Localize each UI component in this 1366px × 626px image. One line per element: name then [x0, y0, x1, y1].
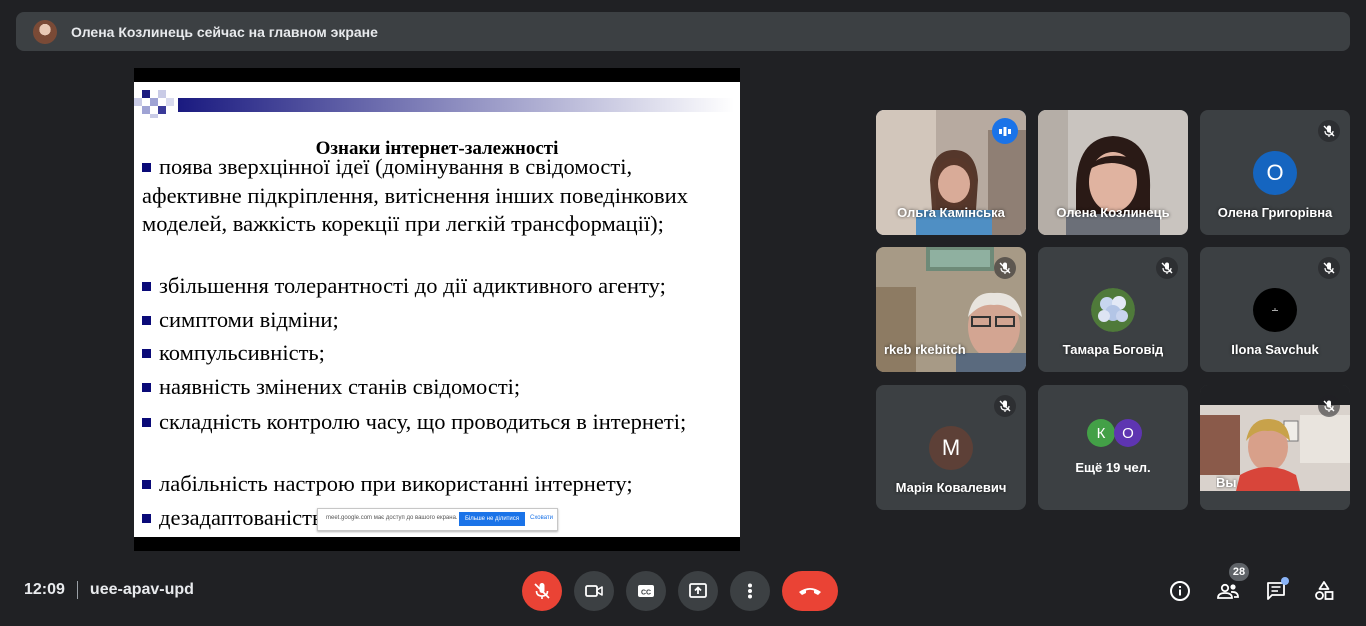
meeting-details-button[interactable]	[1160, 571, 1200, 611]
participant-tile[interactable]: Ольга Камінська	[876, 110, 1026, 235]
slide-bullet: компульсивність;	[142, 339, 732, 368]
people-icon	[1217, 583, 1239, 599]
participants-count-badge: 28	[1229, 563, 1249, 581]
slide-bullet: лабільність настрою при використанні інт…	[142, 470, 732, 499]
closed-captions-icon: CC	[638, 585, 654, 597]
present-screen-icon	[689, 583, 707, 598]
bullet-square-icon	[142, 349, 151, 358]
slide-decoration	[134, 90, 734, 118]
shared-screen: Ознаки інтернет-залежності поява зверхці…	[134, 68, 740, 551]
chat-button[interactable]	[1256, 571, 1296, 611]
bullet-text: компульсивність;	[159, 340, 325, 365]
participant-avatar: О	[1114, 419, 1142, 447]
screen-share-notice: meet.google.com має доступ до вашого екр…	[317, 508, 558, 531]
participant-avatar: М	[929, 426, 973, 470]
slide-bullet: поява зверхцінної ідеї (домінування в св…	[142, 153, 732, 239]
microphone-toggle-button[interactable]	[522, 571, 562, 611]
participant-tile[interactable]: Ilona Savchuk	[1200, 247, 1350, 372]
mic-off-icon	[994, 257, 1016, 279]
bullet-square-icon	[142, 480, 151, 489]
present-screen-button[interactable]	[678, 571, 718, 611]
participant-avatar	[1253, 288, 1297, 332]
shapes-icon	[1315, 581, 1334, 600]
slide-bullet: симптоми відміни;	[142, 306, 732, 335]
bullet-square-icon	[142, 316, 151, 325]
participant-name: Олена Козлинець	[1056, 205, 1170, 220]
bullet-text: дезадаптованість	[159, 505, 323, 530]
bullet-square-icon	[142, 418, 151, 427]
slide-bullet: збільшення толерантності до дії адиктивн…	[142, 272, 732, 301]
more-options-button[interactable]	[730, 571, 770, 611]
slide-bullet: наявність змінених станів свідомості;	[142, 373, 732, 402]
mic-off-icon	[1318, 395, 1340, 417]
presentation-slide: Ознаки інтернет-залежності поява зверхці…	[134, 82, 740, 537]
clock-time: 12:09	[24, 581, 65, 598]
bullet-square-icon	[142, 163, 151, 172]
participant-name: rkeb rkebitch	[884, 342, 966, 357]
mic-off-icon	[994, 395, 1016, 417]
stop-sharing-button[interactable]: Більше не ділитися	[459, 512, 525, 526]
captions-button[interactable]: CC	[626, 571, 666, 611]
participant-name: Тамара Боговід	[1062, 342, 1164, 357]
end-call-icon	[799, 588, 821, 595]
more-participants-label: Ещё 19 чел.	[1075, 460, 1151, 475]
bullet-text: лабільність настрою при використанні інт…	[159, 471, 633, 496]
participant-tile[interactable]: rkeb rkebitch	[876, 247, 1026, 372]
chat-notification-dot	[1281, 577, 1289, 585]
svg-text:CC: CC	[641, 590, 651, 597]
presenter-banner-text: Олена Козлинець сейчас на главном экране	[71, 23, 378, 40]
flower-avatar-icon	[1091, 288, 1135, 332]
bullet-text: симптоми відміни;	[159, 307, 339, 332]
bullet-text: наявність змінених станів свідомості;	[159, 374, 521, 399]
camera-toggle-button[interactable]	[574, 571, 614, 611]
meeting-code[interactable]: uee-apav-upd	[90, 581, 194, 599]
divider	[76, 581, 78, 599]
mic-off-icon	[1318, 257, 1340, 279]
participant-avatar: О	[1253, 151, 1297, 195]
speaking-indicator-icon	[992, 118, 1018, 144]
hide-notice-link[interactable]: Сховати	[530, 515, 553, 521]
leave-call-button[interactable]	[782, 571, 838, 611]
slide-bullet: складність контролю часу, що проводиться…	[142, 408, 732, 437]
bullet-square-icon	[142, 383, 151, 392]
participant-name: Вы	[1216, 475, 1237, 490]
participant-tile[interactable]: О Олена Григорівна	[1200, 110, 1350, 235]
participant-avatar: К	[1087, 419, 1115, 447]
mic-off-icon	[1156, 257, 1178, 279]
more-participants-tile[interactable]: К О Ещё 19 чел.	[1038, 385, 1188, 510]
bullet-square-icon	[142, 282, 151, 291]
participant-tile[interactable]: Олена Козлинець	[1038, 110, 1188, 235]
bullet-square-icon	[142, 514, 151, 523]
presenter-avatar	[33, 19, 57, 44]
self-view-tile[interactable]: Вы	[1200, 385, 1350, 510]
more-vertical-icon	[748, 583, 752, 599]
info-icon	[1170, 581, 1190, 601]
bullet-text: поява зверхцінної ідеї (домінування в св…	[142, 154, 688, 236]
participant-name: Олена Григорівна	[1217, 205, 1333, 220]
participant-name: Ольга Камінська	[897, 205, 1005, 220]
bullet-text: збільшення толерантності до дії адиктивн…	[159, 273, 666, 298]
bullet-text: складність контролю часу, що проводиться…	[159, 409, 687, 434]
participant-name: Ilona Savchuk	[1231, 342, 1319, 357]
mic-off-icon	[534, 583, 550, 599]
share-notice-text: meet.google.com має доступ до вашого екр…	[326, 515, 458, 521]
presenter-banner: Олена Козлинець сейчас на главном экране	[16, 12, 1350, 51]
participant-name: Марія Ковалевич	[895, 480, 1007, 495]
meeting-info: 12:09 uee-apav-upd	[24, 581, 194, 599]
mic-off-icon	[1318, 120, 1340, 142]
video-camera-icon	[585, 585, 603, 597]
participant-tile[interactable]: М Марія Ковалевич	[876, 385, 1026, 510]
participant-tile[interactable]: Тамара Боговід	[1038, 247, 1188, 372]
activities-button[interactable]	[1304, 571, 1344, 611]
